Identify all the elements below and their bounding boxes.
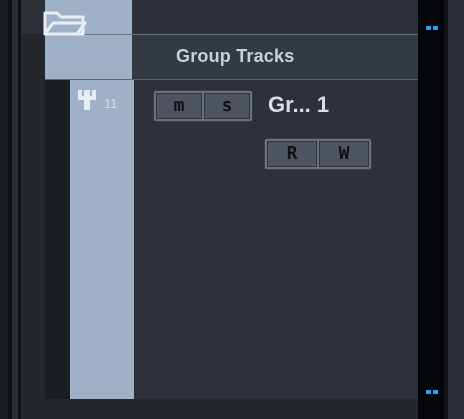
track-list-panel: Group Tracks 11 m s Gr... 1 R W [0, 0, 464, 419]
left-border [0, 0, 8, 419]
right-gap [448, 0, 464, 419]
folder-icon[interactable] [42, 6, 88, 38]
scroll-bottom-indicator [424, 388, 440, 396]
frame-line [18, 0, 21, 419]
track-meter-bar [418, 0, 444, 419]
track-header[interactable] [134, 80, 418, 399]
folder-track-name[interactable]: Group Tracks [176, 46, 294, 67]
track-name[interactable]: Gr... 1 [268, 92, 329, 118]
read-automation-button[interactable]: R [267, 141, 317, 167]
scroll-top-indicator [424, 24, 440, 32]
mute-solo-group: m s [153, 90, 253, 122]
read-write-group: R W [264, 138, 372, 170]
track-number: 11 [104, 96, 118, 111]
write-automation-button[interactable]: W [319, 141, 369, 167]
folder-color-strip [45, 35, 132, 79]
track-list-footer [45, 399, 418, 419]
track-indent [45, 80, 70, 399]
track-color-strip[interactable] [70, 80, 134, 399]
group-track-icon [78, 90, 96, 110]
solo-button[interactable]: s [204, 93, 250, 119]
mute-button[interactable]: m [156, 93, 202, 119]
